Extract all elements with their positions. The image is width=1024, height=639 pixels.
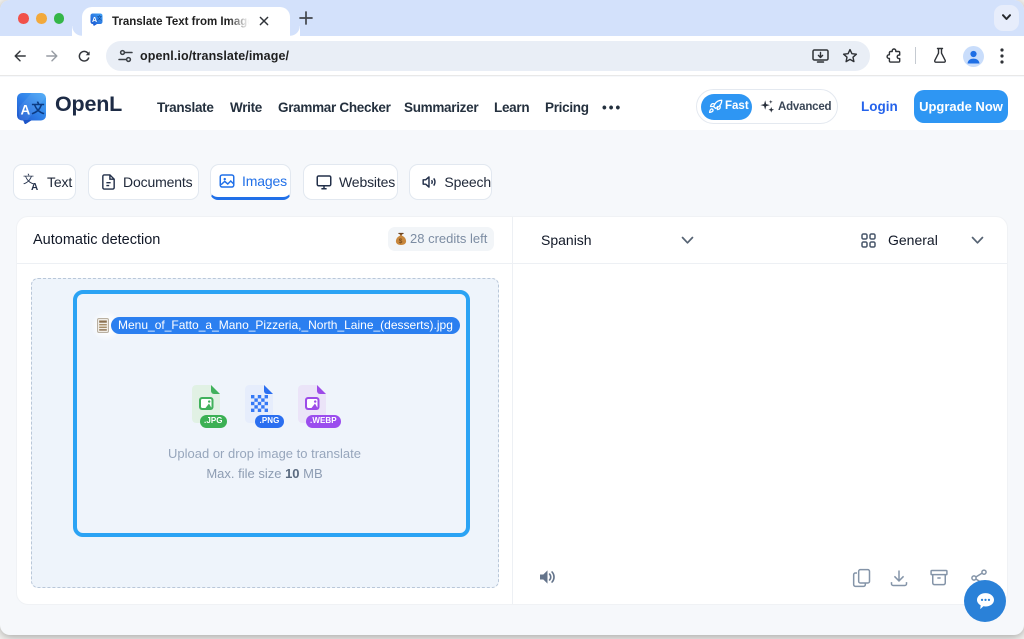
svg-text:$: $ bbox=[399, 238, 403, 245]
svg-text:文: 文 bbox=[32, 101, 46, 116]
svg-text:A: A bbox=[31, 182, 38, 191]
svg-text:文: 文 bbox=[97, 13, 103, 21]
svg-text:A: A bbox=[21, 103, 31, 118]
